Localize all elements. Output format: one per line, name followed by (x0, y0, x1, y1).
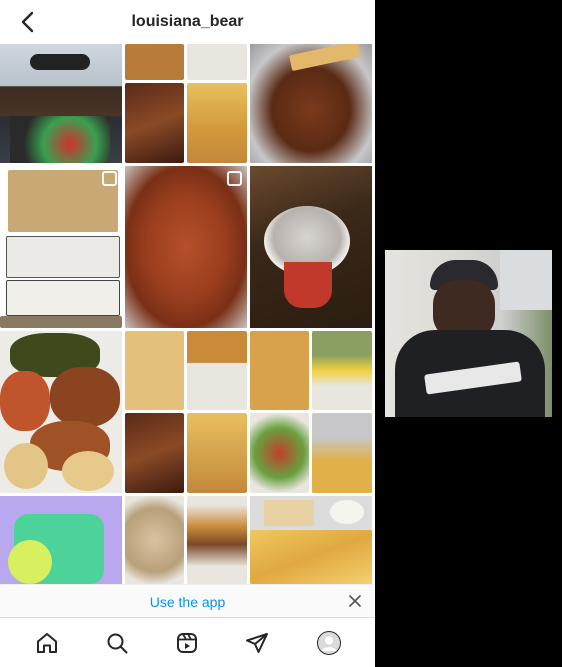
bottom-nav (0, 617, 375, 667)
search-icon (107, 633, 128, 654)
post-fried-wings-foil[interactable] (250, 44, 372, 163)
profile-avatar (317, 631, 341, 655)
post-ribs-fries-collage[interactable] (125, 44, 247, 163)
nav-reels[interactable] (174, 630, 200, 656)
direct-send-icon (246, 633, 268, 653)
nav-home[interactable] (34, 630, 60, 656)
post-fries-bread-plate[interactable] (250, 496, 372, 584)
man-cowboys-hoodie-photo (385, 250, 552, 417)
profile-username: louisiana_bear (131, 13, 244, 30)
post-colorful-app-graphic[interactable] (0, 496, 122, 584)
nav-profile[interactable] (316, 630, 342, 656)
carousel-indicator-icon (102, 171, 117, 186)
posts-grid (0, 44, 375, 584)
home-icon (37, 633, 57, 653)
reels-icon (177, 633, 197, 653)
post-sauce-cup[interactable] (250, 166, 372, 328)
post-fish-burger-collage[interactable] (125, 331, 372, 493)
post-elkay-sink-boxes[interactable] (0, 166, 122, 328)
post-seasoned-chicken-tray[interactable] (125, 166, 247, 328)
banner-close-button[interactable] (345, 591, 365, 611)
nav-search[interactable] (104, 630, 130, 656)
close-icon (349, 595, 361, 607)
post-chicken-greens-spaghetti[interactable] (0, 331, 122, 493)
instagram-profile-page: louisiana_bear Use the app (0, 0, 375, 667)
carousel-indicator-icon (227, 171, 242, 186)
post-chicken-salad-burger-collage[interactable] (125, 496, 247, 584)
nav-direct[interactable] (244, 630, 270, 656)
use-app-banner: Use the app (0, 584, 375, 618)
post-man-sunglasses[interactable] (0, 44, 122, 163)
top-bar: louisiana_bear (0, 0, 375, 44)
use-app-link[interactable]: Use the app (0, 594, 375, 610)
